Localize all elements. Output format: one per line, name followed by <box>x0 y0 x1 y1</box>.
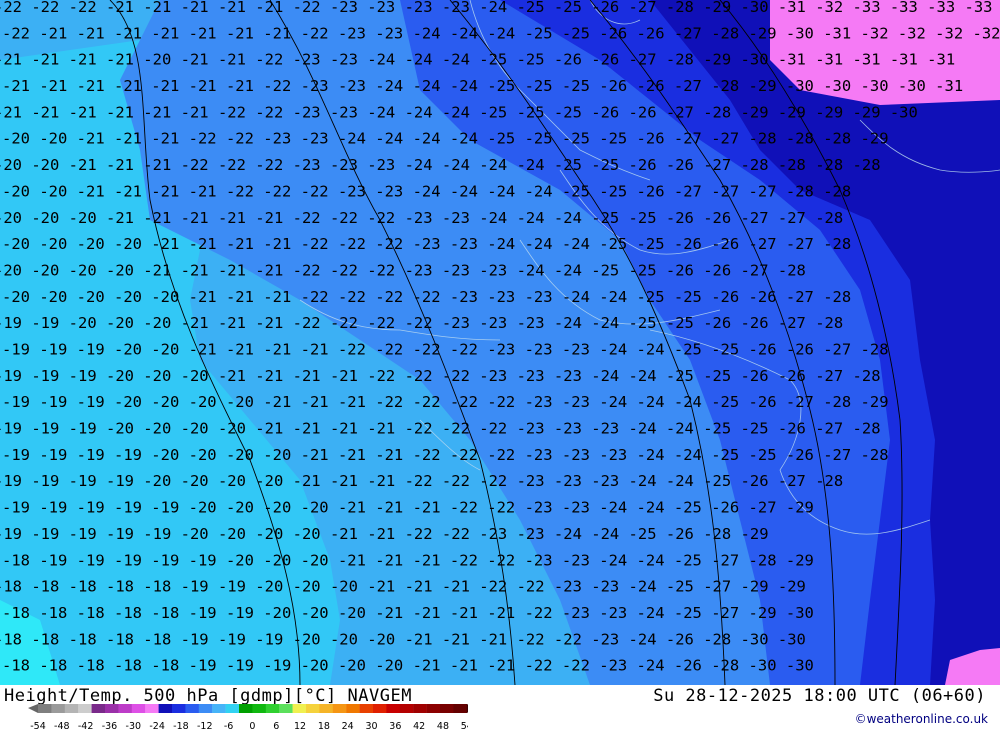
weather-map: -22 -22 -22 -21 -21 -21 -21 -21 -22 -23 … <box>0 0 1000 685</box>
isotherm-label-row: -19 -19 -20 -20 -20 -21 -21 -21 -22 -22 … <box>0 314 843 332</box>
legend-tick-label: -54 <box>30 721 46 732</box>
legend-swatch <box>265 704 280 713</box>
isotherm-label-row: -20 -20 -21 -21 -21 -22 -22 -23 -23 -24 … <box>2 130 889 148</box>
legend-svg: -54 -48 -42 -36 -30 -24 -18 -12 -6 0 6 12 18 24 30 36 42… <box>28 704 477 732</box>
legend-swatch <box>332 704 347 713</box>
legend-swatch <box>426 704 441 713</box>
legend-tick-label: 42 <box>413 721 425 732</box>
legend-tick-label: 18 <box>318 721 330 732</box>
legend-tick-label: -12 <box>197 721 213 732</box>
legend-tick-label: 48 <box>437 721 449 732</box>
legend-swatch <box>198 704 213 713</box>
legend-swatch <box>373 704 387 713</box>
legend-tick-label: 6 <box>273 721 279 732</box>
isotherm-label-row: -19 -19 -19 -19 -20 -20 -20 -20 -21 -21 … <box>2 446 889 464</box>
isotherm-label-row: -18 -18 -18 -18 -18 -19 -19 -20 -20 -20 … <box>2 604 814 622</box>
legend-swatch <box>51 704 65 713</box>
map-title: Height/Temp. 500 hPa [gdmp][°C] NAVGEM <box>4 686 412 706</box>
isotherm-label-row: -19 -19 -19 -19 -19 -20 -20 -20 -20 -21 … <box>0 525 769 543</box>
legend-swatch <box>359 704 374 713</box>
legend-swatch <box>292 704 307 713</box>
legend-swatch <box>413 704 427 713</box>
legend-swatch <box>279 704 293 713</box>
legend-swatch <box>225 704 240 713</box>
legend-swatch <box>158 704 173 713</box>
legend-swatch <box>453 704 467 713</box>
legend-tick-label: -24 <box>149 721 165 732</box>
legend-swatch <box>145 704 159 713</box>
isotherm-label-row: -19 -19 -19 -19 -19 -20 -20 -20 -20 -21 … <box>2 499 814 517</box>
legend-arrow-right <box>466 704 477 713</box>
legend-tick-label: -30 <box>126 721 142 732</box>
isotherm-label-row: -19 -19 -19 -20 -20 -20 -20 -21 -21 -21 … <box>2 393 889 411</box>
legend-tick-label: -42 <box>78 721 94 732</box>
legend-swatch <box>306 704 320 713</box>
legend-tick-label: 54 <box>461 721 468 732</box>
legend-swatch <box>386 704 400 713</box>
isotherm-label-row: -20 -20 -20 -21 -21 -21 -21 -21 -22 -22 … <box>0 209 843 227</box>
legend-swatch <box>252 704 266 713</box>
legend-tick-label: -6 <box>224 721 233 732</box>
isotherm-label-row: -20 -20 -21 -21 -21 -21 -22 -22 -22 -23 … <box>2 182 851 200</box>
legend-swatch <box>64 704 79 713</box>
legend-tick-label: 12 <box>294 721 306 732</box>
isotherm-label-row: -19 -19 -19 -20 -20 -21 -21 -21 -21 -22 … <box>2 341 889 359</box>
legend-swatch <box>118 704 132 713</box>
legend-arrow-left <box>28 704 38 713</box>
legend-tick-label: 24 <box>342 721 354 732</box>
isotherm-label-row: -19 -19 -19 -20 -20 -20 -21 -21 -21 -21 … <box>0 367 881 385</box>
isotherm-label-row: -20 -20 -21 -21 -21 -22 -22 -22 -23 -23 … <box>0 156 881 174</box>
legend-swatch <box>346 704 360 713</box>
legend-swatch <box>38 704 52 713</box>
legend-swatch <box>185 704 199 713</box>
isotherm-label-row: -19 -19 -19 -19 -20 -20 -20 -20 -21 -21 … <box>0 472 843 490</box>
legend-swatch <box>319 704 333 713</box>
isotherm-label-row: -19 -19 -19 -20 -20 -20 -20 -21 -21 -21 … <box>0 420 881 438</box>
legend-tick-label: 36 <box>389 721 401 732</box>
legend-swatch <box>78 704 92 713</box>
isotherm-label-row: -21 -21 -21 -21 -21 -21 -22 -22 -23 -23 … <box>0 103 918 121</box>
legend-swatch <box>105 704 119 713</box>
isotherm-label-row: -20 -20 -20 -20 -21 -21 -21 -21 -22 -22 … <box>0 261 806 279</box>
legend-swatch <box>172 704 186 713</box>
valid-time: Su 28-12-2025 18:00 UTC (06+60) <box>653 686 986 706</box>
isotherm-label-row: -21 -21 -21 -21 -20 -21 -21 -22 -23 -23 … <box>0 51 955 69</box>
isotherm-label-row: -18 -18 -18 -18 -18 -19 -19 -19 -20 -20 … <box>2 657 814 675</box>
legend-swatch <box>399 704 414 713</box>
isotherm-label-row: -18 -18 -18 -18 -18 -19 -19 -20 -20 -20 … <box>0 578 806 596</box>
legend-tick-label: -36 <box>102 721 118 732</box>
legend-swatch <box>91 704 106 713</box>
color-legend: -54 -48 -42 -36 -30 -24 -18 -12 -6 0 6 12 18 24 30 36 42… <box>28 704 477 737</box>
legend-tick-label: 30 <box>365 721 377 732</box>
legend-tick-label: -48 <box>54 721 70 732</box>
legend-swatch <box>239 704 253 713</box>
isotherm-label-row: -22 -22 -22 -21 -21 -21 -21 -21 -22 -23 … <box>0 0 1000 16</box>
site-credit: ©weatheronline.co.uk <box>854 712 988 726</box>
legend-tick-label: 0 <box>249 721 255 732</box>
isotherm-label-row: -22 -21 -21 -21 -21 -21 -21 -21 -22 -23 … <box>2 24 1000 42</box>
legend-swatch <box>131 704 146 713</box>
legend-swatch <box>212 704 226 713</box>
isotherm-label-row: -18 -18 -18 -18 -18 -19 -19 -19 -20 -20 … <box>0 630 806 648</box>
legend-swatch <box>440 704 454 713</box>
isotherm-label-row: -20 -20 -20 -20 -21 -21 -21 -21 -22 -22 … <box>2 235 851 253</box>
isotherm-label-row: -21 -21 -21 -21 -21 -21 -21 -22 -23 -23 … <box>2 77 963 95</box>
map-canvas: -22 -22 -22 -21 -21 -21 -21 -21 -22 -23 … <box>0 0 1000 685</box>
isotherm-label-row: -18 -19 -19 -19 -19 -19 -20 -20 -20 -21 … <box>2 551 814 569</box>
legend-tick-label: -18 <box>173 721 189 732</box>
isotherm-label-row: -20 -20 -20 -20 -20 -21 -21 -21 -22 -22 … <box>2 288 851 306</box>
